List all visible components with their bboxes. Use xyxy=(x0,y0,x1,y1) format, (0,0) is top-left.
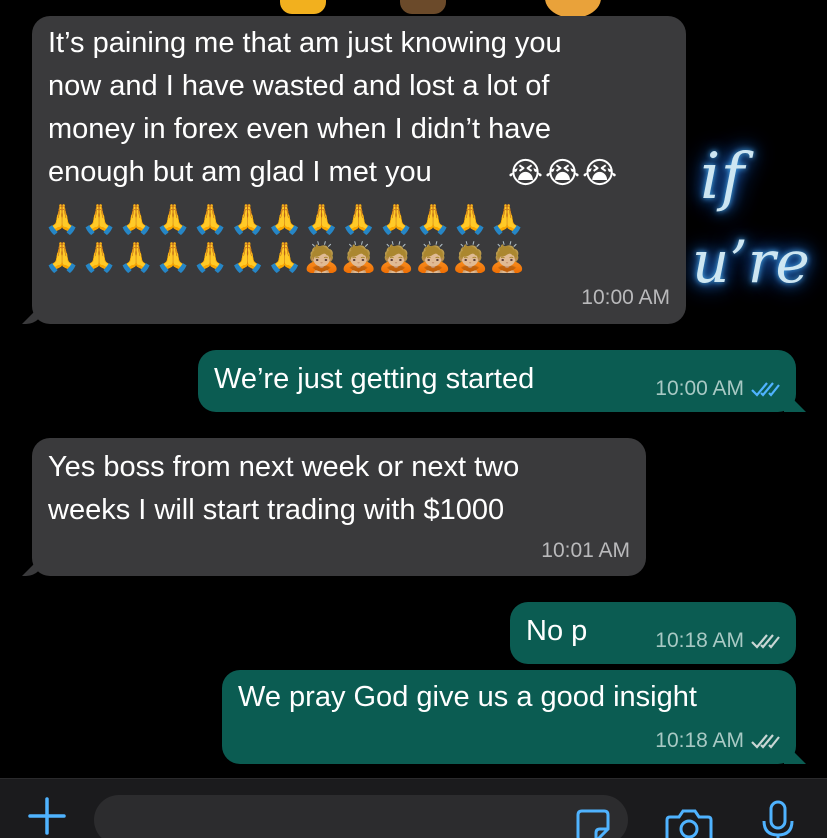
message-bubble-outgoing[interactable]: We pray God give us a good insight 10:18… xyxy=(222,670,806,764)
message-bubble-outgoing[interactable]: No p 10:18 AM xyxy=(510,602,796,664)
message-input[interactable] xyxy=(94,795,628,838)
wallpaper-text-if: if xyxy=(700,140,745,214)
message-time: 10:18 AM xyxy=(655,729,744,752)
message-bubble-incoming[interactable]: It’s paining me that am just knowing you… xyxy=(22,16,686,324)
message-emoji: 🙏🙏🙏🙏🙏🙏🙏🙏🙏🙏🙏🙏🙏 xyxy=(44,204,527,236)
message-time: 10:00 AM xyxy=(655,377,744,400)
delivered-receipt-icon xyxy=(750,631,780,655)
message-bubble-outgoing[interactable]: We’re just getting started 10:00 AM xyxy=(198,350,806,412)
delivered-receipt-icon xyxy=(750,731,780,755)
message-time: 10:18 AM xyxy=(655,629,744,652)
message-timestamp: 10:01 AM xyxy=(541,539,630,562)
message-text: money in forex even when I didn’t have xyxy=(48,113,551,145)
message-text: We pray God give us a good insight xyxy=(238,681,697,713)
message-emoji: 🙏🙏🙏🙏🙏🙏🙏🙇🏼🙇🏼🙇🏼🙇🏼🙇🏼🙇🏼 xyxy=(44,242,527,274)
message-text: No p xyxy=(526,615,588,647)
message-text: weeks I will start trading with $1000 xyxy=(48,494,505,526)
microphone-icon[interactable] xyxy=(758,799,798,838)
message-text: Yes boss from next week or next two xyxy=(48,451,520,483)
sticker-icon[interactable] xyxy=(574,807,612,838)
message-bubble-incoming[interactable]: Yes boss from next week or next two week… xyxy=(22,438,646,576)
wallpaper-sticker xyxy=(400,0,446,14)
message-text: now and I have wasted and lost a lot of xyxy=(48,70,550,102)
message-emoji: 😭😭😭 xyxy=(508,157,620,190)
read-receipt-icon xyxy=(750,379,780,403)
message-text: We’re just getting started xyxy=(214,363,535,395)
message-input-bar xyxy=(0,778,827,838)
message-text: enough but am glad I met you xyxy=(48,156,432,188)
message-timestamp: 10:00 AM xyxy=(581,286,670,309)
message-timestamp: 10:18 AM xyxy=(655,629,780,655)
camera-icon[interactable] xyxy=(664,805,714,838)
message-timestamp: 10:18 AM xyxy=(655,729,780,755)
message-timestamp: 10:00 AM xyxy=(655,377,780,403)
message-text: It’s paining me that am just knowing you xyxy=(48,27,562,59)
wallpaper-text-re: u’re xyxy=(692,228,810,296)
plus-icon[interactable] xyxy=(24,793,70,838)
wallpaper-sticker xyxy=(280,0,326,14)
